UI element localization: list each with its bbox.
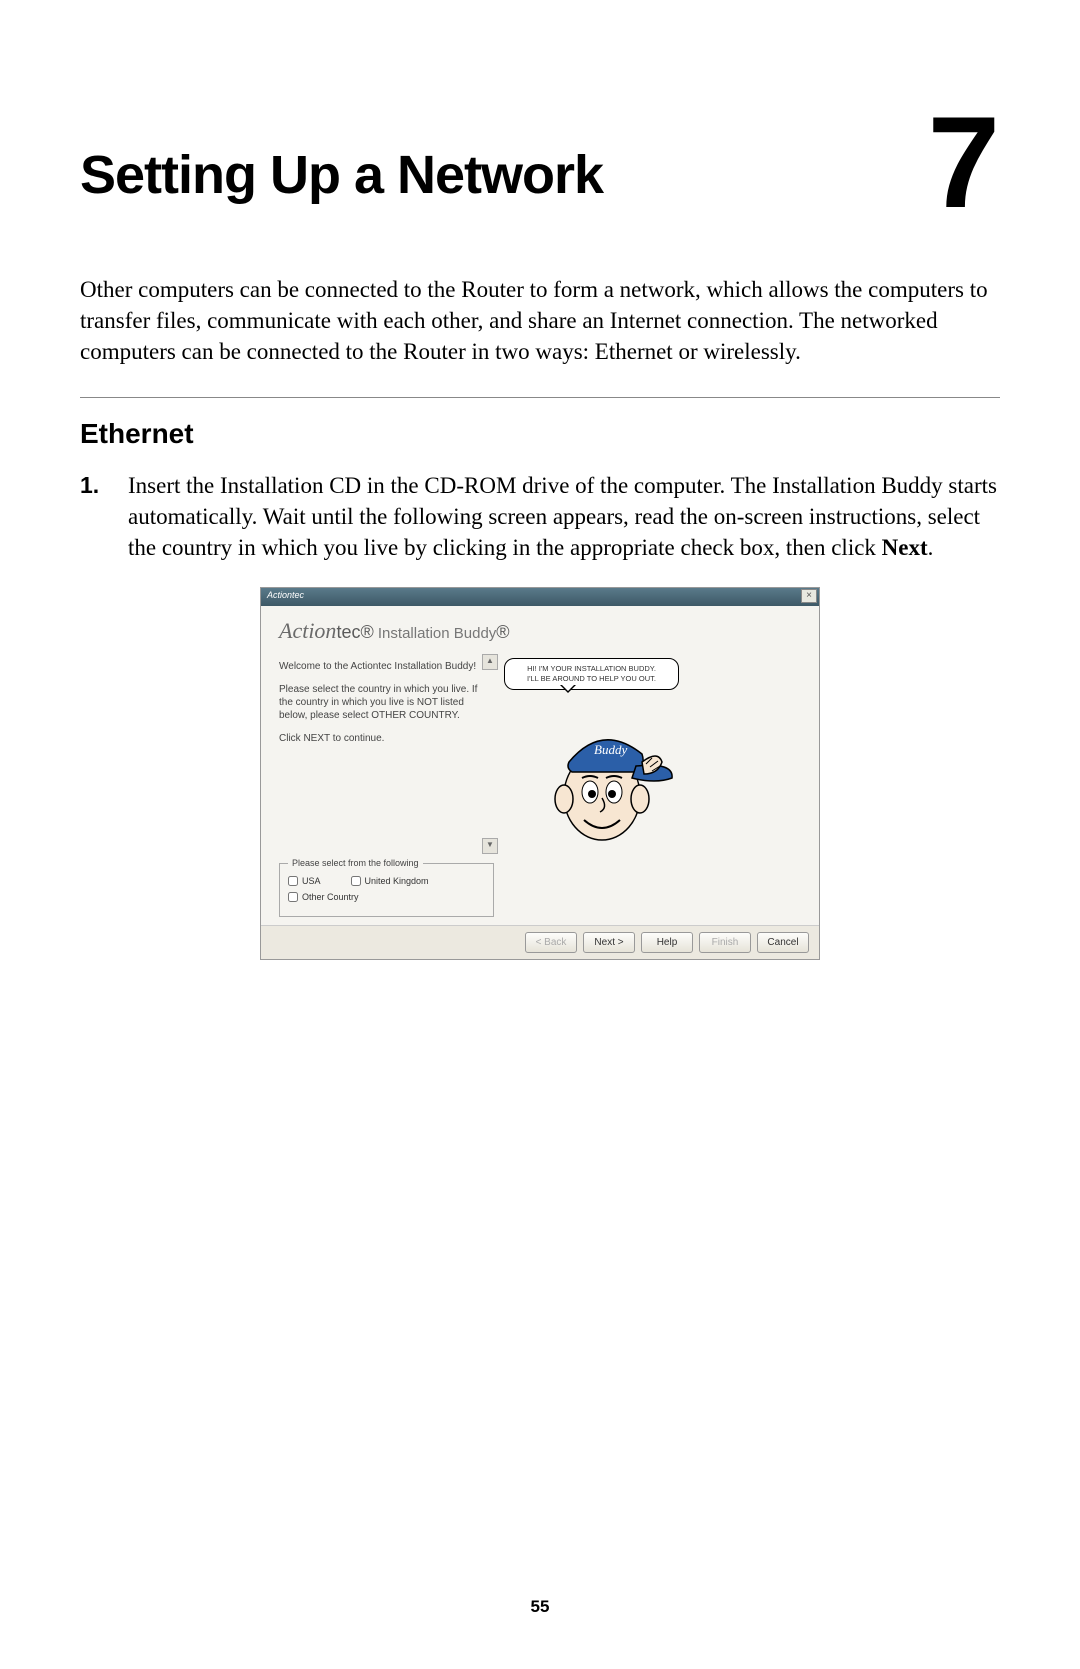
checkbox-uk-label: United Kingdom [365,876,429,886]
dialog-titlebar[interactable]: Actiontec × [261,588,819,606]
chapter-title: Setting Up a Network [80,120,603,202]
chapter-number: 7 [928,110,1000,214]
brand-reg: ® [360,622,373,642]
checkbox-uk[interactable]: United Kingdom [351,876,429,886]
instruction-panel: ▲ Welcome to the Actiontec Installation … [279,654,494,854]
speech-bubble: HI! I'M YOUR INSTALLATION BUDDY. I'LL BE… [504,658,679,690]
instr-p1: Welcome to the Actiontec Installation Bu… [279,660,488,673]
chapter-header: Setting Up a Network 7 [80,120,1000,214]
checkbox-other-input[interactable] [288,892,298,902]
help-button[interactable]: Help [641,932,693,953]
step-text-bold: Next [882,535,928,560]
brand-row: Actiontec® Installation Buddy® [279,618,801,644]
speech-line-1: HI! I'M YOUR INSTALLATION BUDDY. [513,664,670,674]
dialog-button-row: < Back Next > Help Finish Cancel [261,925,819,959]
page-number: 55 [0,1597,1080,1617]
section-divider [80,397,1000,398]
checkbox-usa[interactable]: USA [288,876,321,886]
brand-product: Installation Buddy [374,625,497,642]
svg-text:Buddy: Buddy [594,742,627,757]
brand-reg2: ® [496,622,509,642]
next-button[interactable]: Next > [583,932,635,953]
checkbox-other[interactable]: Other Country [288,892,359,902]
section-title: Ethernet [80,418,1000,450]
step-1: 1. Insert the Installation CD in the CD-… [80,470,1000,563]
brand-rest: tec [336,622,360,642]
dialog-titlebar-text: Actiontec [261,588,819,602]
step-text: Insert the Installation CD in the CD-ROM… [128,470,1000,563]
checkbox-usa-label: USA [302,876,321,886]
intro-paragraph: Other computers can be connected to the … [80,274,1000,367]
cancel-button[interactable]: Cancel [757,932,809,953]
back-button[interactable]: < Back [525,932,577,953]
fieldset-legend: Please select from the following [288,858,423,868]
checkbox-uk-input[interactable] [351,876,361,886]
country-fieldset: Please select from the following USA Uni… [279,858,494,917]
step-number: 1. [80,470,110,563]
scroll-up-icon[interactable]: ▲ [482,654,498,670]
checkbox-usa-input[interactable] [288,876,298,886]
scroll-down-icon[interactable]: ▼ [482,838,498,854]
buddy-mascot-icon: Buddy [524,704,679,849]
close-icon[interactable]: × [801,589,817,603]
instr-p3: Click NEXT to continue. [279,732,488,745]
instr-p2: Please select the country in which you l… [279,683,488,722]
step-text-a: Insert the Installation CD in the CD-ROM… [128,473,997,560]
finish-button[interactable]: Finish [699,932,751,953]
speech-line-2: I'LL BE AROUND TO HELP YOU OUT. [513,674,670,684]
step-text-b: . [928,535,934,560]
checkbox-other-label: Other Country [302,892,359,902]
brand-script: Action [279,618,336,643]
installation-dialog: Actiontec × Actiontec® Installation Budd… [260,587,820,960]
